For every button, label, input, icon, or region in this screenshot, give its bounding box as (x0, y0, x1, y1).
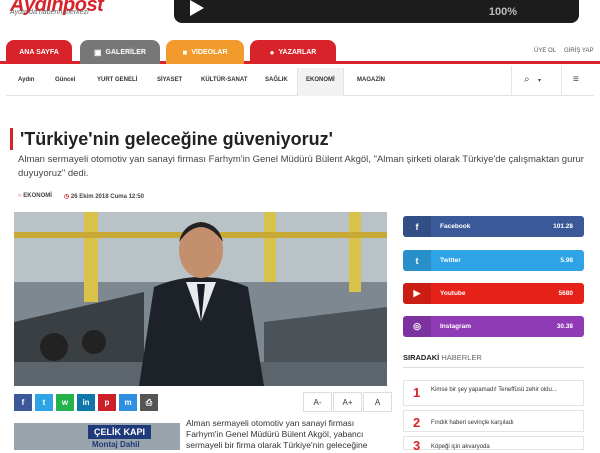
category-nav: Aydın Güncel YURT GENELİ SİYASET KÜLTÜR-… (6, 66, 594, 96)
users-icon: ● (269, 47, 275, 57)
article-category-label: EKONOMİ (23, 193, 52, 199)
share-bar: f t w in p m ⎙ (14, 394, 158, 411)
article-title: 'Türkiye'nin geleceğine güveniyoruz' (10, 128, 333, 150)
search-icon[interactable]: ⌕ (524, 74, 530, 85)
image-icon: ▣ (93, 47, 102, 57)
article-meta: ○ EKONOMİ ◷ 26 Ekim 2018 Cuma 12:50 (18, 193, 144, 200)
facebook-share-icon[interactable]: f (14, 394, 32, 411)
font-reset-button[interactable]: A (363, 392, 392, 412)
ad-title: ÇELİK KAPI (88, 425, 152, 439)
site-slogan: Aydın'da haberin merkezi (10, 9, 89, 16)
article-date-label: 26 Ekim 2018 Cuma 12:50 (70, 194, 144, 200)
nav-item-magazin[interactable]: MAGAZİN (357, 77, 385, 83)
twitter-share-icon[interactable]: t (35, 394, 53, 411)
tab-home[interactable]: ANA SAYFA (6, 40, 72, 64)
article-lead: Alman sermayeli otomotiv yan sanayi firm… (18, 154, 584, 179)
print-icon[interactable]: ⎙ (140, 394, 158, 411)
social-count: 5680 (558, 290, 573, 297)
article-category[interactable]: ○ EKONOMİ (18, 193, 52, 200)
tab-home-label: ANA SAYFA (19, 48, 59, 56)
instagram-icon: ◎ (403, 316, 431, 337)
news-number: 3 (413, 438, 421, 453)
play-icon[interactable] (190, 0, 204, 16)
social-label: Youtube (440, 290, 466, 297)
next-news-heading: SIRADAKİ HABERLER (403, 353, 584, 368)
tab-galleries[interactable]: ▣ GALERİLER (80, 40, 160, 64)
tab-galleries-label: GALERİLER (105, 48, 146, 56)
nav-item-yurt-geneli[interactable]: YURT GENELİ (97, 77, 137, 83)
chevron-down-icon[interactable]: ▾ (538, 77, 541, 84)
news-number: 2 (413, 415, 421, 430)
facebook-icon: f (403, 216, 431, 237)
video-progress-label: 100% (488, 6, 517, 18)
news-title: Kimse bir şey yapamadı! Teneffüsü zehir … (431, 387, 557, 393)
next-news-heading-bold: SIRADAKİ (403, 353, 440, 362)
article-photo (14, 212, 387, 386)
social-youtube[interactable]: ▶ Youtube 5680 (403, 283, 584, 304)
social-count: 5.98 (560, 257, 573, 264)
font-size-controls: A- A+ A (302, 392, 392, 412)
nav-item-ekonomi[interactable]: EKONOMİ (297, 68, 344, 96)
list-item[interactable]: 3 Köpeği için akvaryoda (403, 436, 584, 453)
article-body: Alman sermayeli otomotiv yan sanayi firm… (186, 418, 368, 450)
social-label: Instagram (440, 323, 472, 330)
nav-item-aydin[interactable]: Aydın (18, 77, 34, 83)
list-item[interactable]: 1 Kimse bir şey yapamadı! Teneffüsü zehi… (403, 380, 584, 406)
photo-illustration (14, 212, 387, 386)
article-date: ◷ 26 Ekim 2018 Cuma 12:50 (64, 193, 144, 200)
main-tabs: ANA SAYFA ▣ GALERİLER ■ VİDEOLAR ● YAZAR… (0, 40, 600, 64)
news-title: Fındık haberi sevinçle karşıladı (431, 420, 514, 426)
font-increase-button[interactable]: A+ (333, 392, 362, 412)
social-twitter[interactable]: t Twitter 5.98 (403, 250, 584, 271)
nav-item-kultur-sanat[interactable]: KÜLTÜR-SANAT (201, 77, 247, 83)
video-player[interactable]: 100% (174, 0, 579, 23)
social-label: Twitter (440, 257, 461, 264)
next-news-heading-rest: HABERLER (441, 353, 482, 362)
font-decrease-button[interactable]: A- (303, 392, 332, 412)
twitter-icon: t (403, 250, 431, 271)
social-count: 30.38 (556, 323, 573, 330)
video-icon: ■ (182, 47, 188, 57)
tab-authors-label: YAZARLAR (278, 48, 317, 56)
pinterest-share-icon[interactable]: p (98, 394, 116, 411)
login-link[interactable]: GİRİŞ YAP (564, 48, 593, 54)
menu-icon[interactable]: ≡ (573, 74, 579, 85)
linkedin-share-icon[interactable]: in (77, 394, 95, 411)
youtube-icon: ▶ (403, 283, 431, 304)
social-label: Facebook (440, 223, 471, 230)
clock-icon: ◷ (63, 194, 71, 200)
tab-videos-label: VİDEOLAR (191, 48, 228, 56)
social-instagram[interactable]: ◎ Instagram 30.38 (403, 316, 584, 337)
nav-item-guncel[interactable]: Güncel (55, 77, 75, 83)
social-count: 101.28 (553, 223, 573, 230)
tab-authors[interactable]: ● YAZARLAR (250, 40, 336, 64)
messenger-share-icon[interactable]: m (119, 394, 137, 411)
list-item[interactable]: 2 Fındık haberi sevinçle karşıladı (403, 410, 584, 432)
nav-divider (511, 66, 512, 96)
signup-link[interactable]: ÜYE OL (534, 48, 556, 54)
nav-divider (561, 66, 562, 96)
social-facebook[interactable]: f Facebook 101.28 (403, 216, 584, 237)
header: Aydinpost Aydın'da haberin merkezi 100% (0, 0, 600, 38)
nav-item-saglik[interactable]: SAĞLIK (265, 77, 288, 83)
news-number: 1 (413, 385, 421, 400)
ad-subtitle: Montaj Dahil (92, 440, 140, 449)
nav-item-siyaset[interactable]: SİYASET (157, 77, 182, 83)
tab-videos[interactable]: ■ VİDEOLAR (166, 40, 244, 64)
whatsapp-share-icon[interactable]: w (56, 394, 74, 411)
